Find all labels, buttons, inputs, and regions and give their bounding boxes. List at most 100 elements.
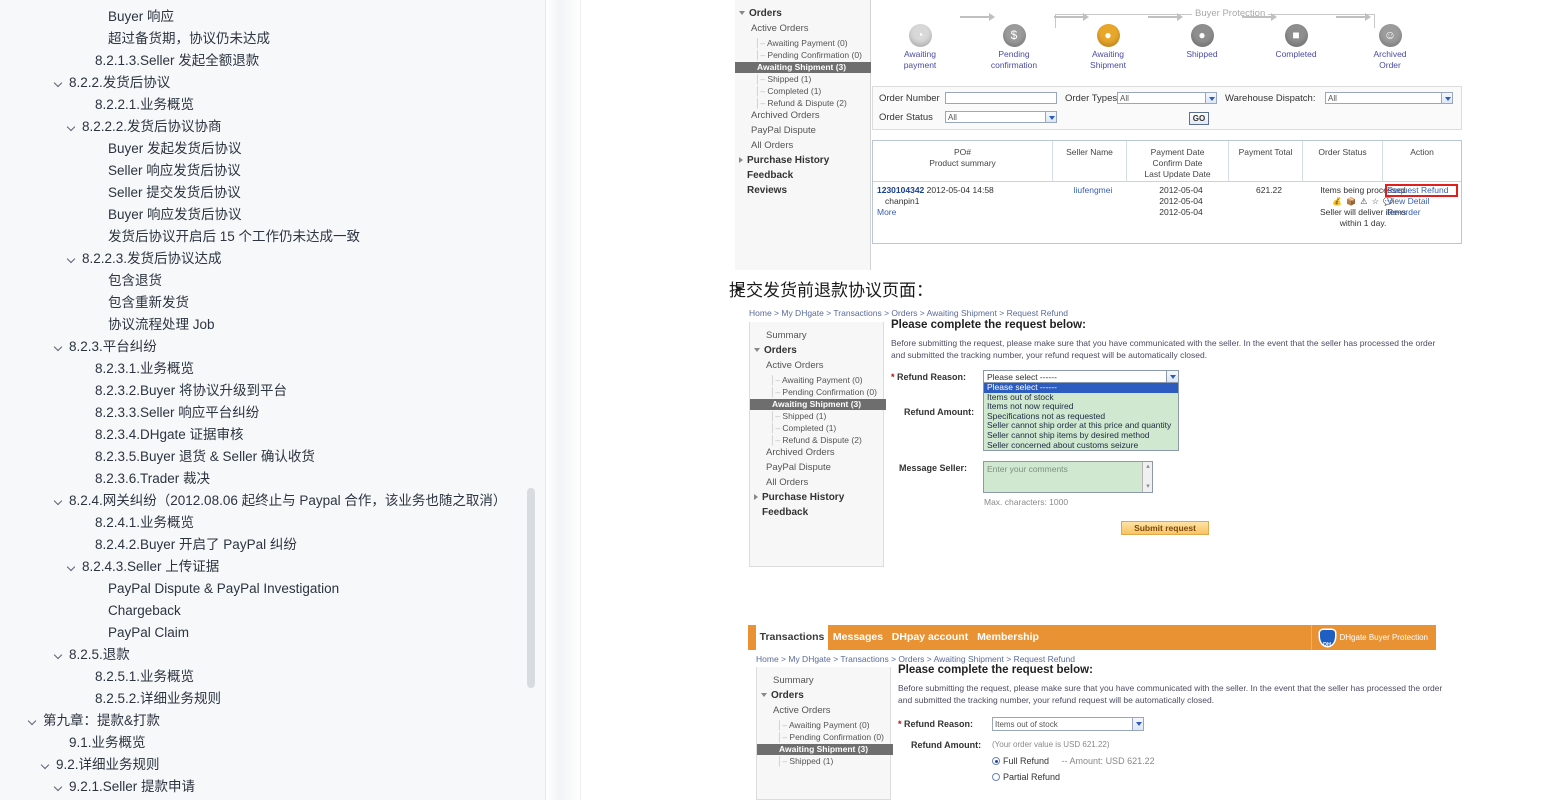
chevron-down-icon[interactable]	[739, 11, 745, 16]
outline-tree[interactable]: Buyer 响应 超过备货期，协议仍未达成 8.2.1.3.Seller 发起全额退…	[0, 0, 545, 798]
outline-item[interactable]: 超过备货期，协议仍未达成	[0, 28, 545, 50]
full-refund-option[interactable]: Full Refund -- Amount: USD 621.22	[992, 756, 1155, 766]
chevron-down-icon[interactable]: ▾	[1144, 483, 1152, 491]
sidebar-item-feedback[interactable]: Feedback	[754, 507, 808, 518]
outline-item[interactable]: 8.2.5.1.业务概览	[0, 666, 545, 688]
tab-transactions[interactable]: Transactions	[756, 625, 828, 650]
buyer-protection-badge[interactable]: DHgate Buyer Protection	[1310, 625, 1437, 658]
outline-item[interactable]: PayPal Claim	[0, 622, 545, 644]
refund-breadcrumb[interactable]: Home > My DHgate > Transactions > Orders…	[749, 308, 1068, 318]
outline-item[interactable]: 8.2.4.1.业务概览	[0, 512, 545, 534]
chevron-down-icon[interactable]	[1132, 718, 1143, 730]
outline-item[interactable]: 发货后协议开启后 15 个工作仍未达成一致	[0, 226, 545, 248]
outline-item[interactable]: Buyer 响应	[0, 6, 545, 28]
sidebar-item-all-orders[interactable]: All Orders	[751, 140, 793, 151]
sidebar-item-awaiting-payment-0[interactable]: │– Awaiting Payment (0)	[770, 375, 863, 385]
tab-dhpay-account[interactable]: DHpay account	[888, 625, 972, 650]
outline-item[interactable]: 8.2.5.退款	[0, 644, 545, 666]
orders-filter-panel[interactable]: Order Number Order Types: All Warehouse …	[872, 86, 1462, 130]
outline-item[interactable]: 包含退货	[0, 270, 545, 292]
sidebar-item-feedback[interactable]: Feedback	[739, 170, 793, 181]
order-number-input[interactable]	[945, 92, 1057, 104]
table-cell-seller[interactable]: liufengmei	[1057, 185, 1129, 196]
outline-item[interactable]: 8.2.2.3.发货后协议达成	[0, 248, 545, 270]
sidebar-item-summary[interactable]: Summary	[766, 330, 807, 341]
chevron-down-icon[interactable]	[1441, 93, 1452, 103]
outline-item[interactable]: 8.2.2.2.发货后协议协商	[0, 116, 545, 138]
sidebar-item-purchase-history[interactable]: Purchase History	[739, 155, 829, 166]
sidebar-item-purchase-history[interactable]: Purchase History	[754, 492, 844, 503]
outline-item[interactable]: 8.2.1.3.Seller 发起全额退款	[0, 50, 545, 72]
chevron-down-icon[interactable]	[53, 490, 66, 512]
sidebar-item-refund-dispute-2[interactable]: │– Refund & Dispute (2)	[770, 435, 862, 445]
outline-scrollbar[interactable]	[526, 0, 536, 800]
chevron-right-icon[interactable]	[754, 494, 758, 501]
chevron-down-icon[interactable]	[40, 754, 53, 776]
tabs-breadcrumb[interactable]: Home > My DHgate > Transactions > Orders…	[756, 654, 1075, 664]
outline-item[interactable]: PayPal Dispute & PayPal Investigation	[0, 578, 545, 600]
chevron-down-icon[interactable]	[1166, 371, 1178, 382]
po-number[interactable]: 1230104342	[877, 185, 924, 195]
re-order-link[interactable]: Re-order	[1387, 207, 1459, 218]
outline-item[interactable]: 8.2.3.5.Buyer 退货 & Seller 确认收货	[0, 446, 545, 468]
tab-messages[interactable]: Messages	[828, 625, 888, 650]
sidebar-item-awaiting-payment-0[interactable]: │– Awaiting Payment (0)	[777, 720, 870, 730]
sidebar-item-awaiting-shipment-3[interactable]: Awaiting Shipment (3)	[750, 399, 886, 410]
go-button[interactable]: GO	[1189, 112, 1209, 125]
document-content-pane[interactable]: Orders Active Orders │– Awaiting Payment (…	[581, 0, 1551, 800]
outline-item[interactable]: Chargeback	[0, 600, 545, 622]
sidebar-item-orders[interactable]: Orders	[754, 345, 797, 356]
outline-item[interactable]: Seller 提交发货后协议	[0, 182, 545, 204]
chevron-down-icon[interactable]	[754, 348, 760, 353]
tabs-refund-reason-select[interactable]: Items out of stock	[992, 717, 1144, 731]
partial-refund-radio[interactable]	[992, 773, 1000, 781]
sidebar-item-orders[interactable]: Orders	[739, 8, 782, 19]
order-types-select[interactable]: All	[1117, 92, 1217, 104]
tab-membership[interactable]: Membership	[972, 625, 1044, 650]
outline-item[interactable]: 包含重新发货	[0, 292, 545, 314]
outline-item[interactable]: Buyer 发起发货后协议	[0, 138, 545, 160]
outline-item[interactable]: 协议流程处理 Job	[0, 314, 545, 336]
outline-item[interactable]: 8.2.3.平台纠纷	[0, 336, 545, 358]
sidebar-item-pending-confirmation-0[interactable]: │– Pending Confirmation (0)	[777, 732, 884, 742]
outline-item[interactable]: 8.2.5.2.详细业务规则	[0, 688, 545, 710]
sidebar-item-shipped-1[interactable]: │– Shipped (1)	[755, 74, 811, 84]
refund-sidebar[interactable]: Summary Orders Active Orders │– Awaiting Pa…	[749, 322, 886, 567]
sidebar-item-awaiting-payment-0[interactable]: │– Awaiting Payment (0)	[755, 38, 848, 48]
outline-item[interactable]: 8.2.3.2.Buyer 将协议升级到平台	[0, 380, 545, 402]
chevron-down-icon[interactable]	[53, 644, 66, 666]
chevron-down-icon[interactable]	[66, 248, 79, 270]
sidebar-item-archived-orders[interactable]: Archived Orders	[751, 110, 820, 121]
tabs-sidebar[interactable]: Summary Orders Active Orders │– Awaiting Pa…	[756, 667, 893, 800]
sidebar-item-all-orders[interactable]: All Orders	[766, 477, 808, 488]
sidebar-item-pending-confirmation-0[interactable]: │– Pending Confirmation (0)	[755, 50, 862, 60]
refund-reason-option-list[interactable]: Please select ------ Items out of stock It…	[983, 382, 1179, 452]
sidebar-item-active-orders[interactable]: Active Orders	[766, 360, 824, 371]
chevron-down-icon[interactable]	[66, 556, 79, 578]
outline-item[interactable]: Buyer 响应发货后协议	[0, 204, 545, 226]
sidebar-item-shipped-1[interactable]: │– Shipped (1)	[777, 756, 833, 766]
sidebar-item-archived-orders[interactable]: Archived Orders	[766, 447, 835, 458]
sidebar-item-orders[interactable]: Orders	[761, 690, 804, 701]
outline-item[interactable]: 8.2.2.发货后协议	[0, 72, 545, 94]
outline-item[interactable]: 8.2.4.3.Seller 上传证据	[0, 556, 545, 578]
outline-item[interactable]: 9.2.1.Seller 提款申请	[0, 776, 545, 798]
warehouse-dispatch-select[interactable]: All	[1325, 92, 1453, 104]
outline-item[interactable]: 8.2.3.4.DHgate 证据审核	[0, 424, 545, 446]
sidebar-item-awaiting-shipment-3[interactable]: Awaiting Shipment (3)	[757, 744, 893, 755]
sidebar-item-shipped-1[interactable]: │– Shipped (1)	[770, 411, 826, 421]
sidebar-item-summary[interactable]: Summary	[773, 675, 814, 686]
chevron-down-icon[interactable]	[53, 336, 66, 358]
view-detail-link[interactable]: View Detail	[1387, 196, 1459, 207]
chevron-down-icon[interactable]	[27, 710, 40, 732]
outline-item[interactable]: Seller 响应发货后协议	[0, 160, 545, 182]
outline-item[interactable]: 8.2.2.1.业务概览	[0, 94, 545, 116]
outline-item[interactable]: 9.2.详细业务规则	[0, 754, 545, 776]
chevron-down-icon[interactable]	[1205, 93, 1216, 103]
sidebar-item-awaiting-shipment-3[interactable]: Awaiting Shipment (3)	[735, 62, 871, 73]
outline-item[interactable]: 第九章：提款&打款	[0, 710, 545, 732]
chevron-down-icon[interactable]	[1045, 112, 1056, 122]
outline-item[interactable]: 8.2.3.1.业务概览	[0, 358, 545, 380]
outline-item[interactable]: 8.2.3.3.Seller 响应平台纠纷	[0, 402, 545, 424]
document-outline-pane[interactable]: Buyer 响应 超过备货期，协议仍未达成 8.2.1.3.Seller 发起全额退…	[0, 0, 545, 800]
